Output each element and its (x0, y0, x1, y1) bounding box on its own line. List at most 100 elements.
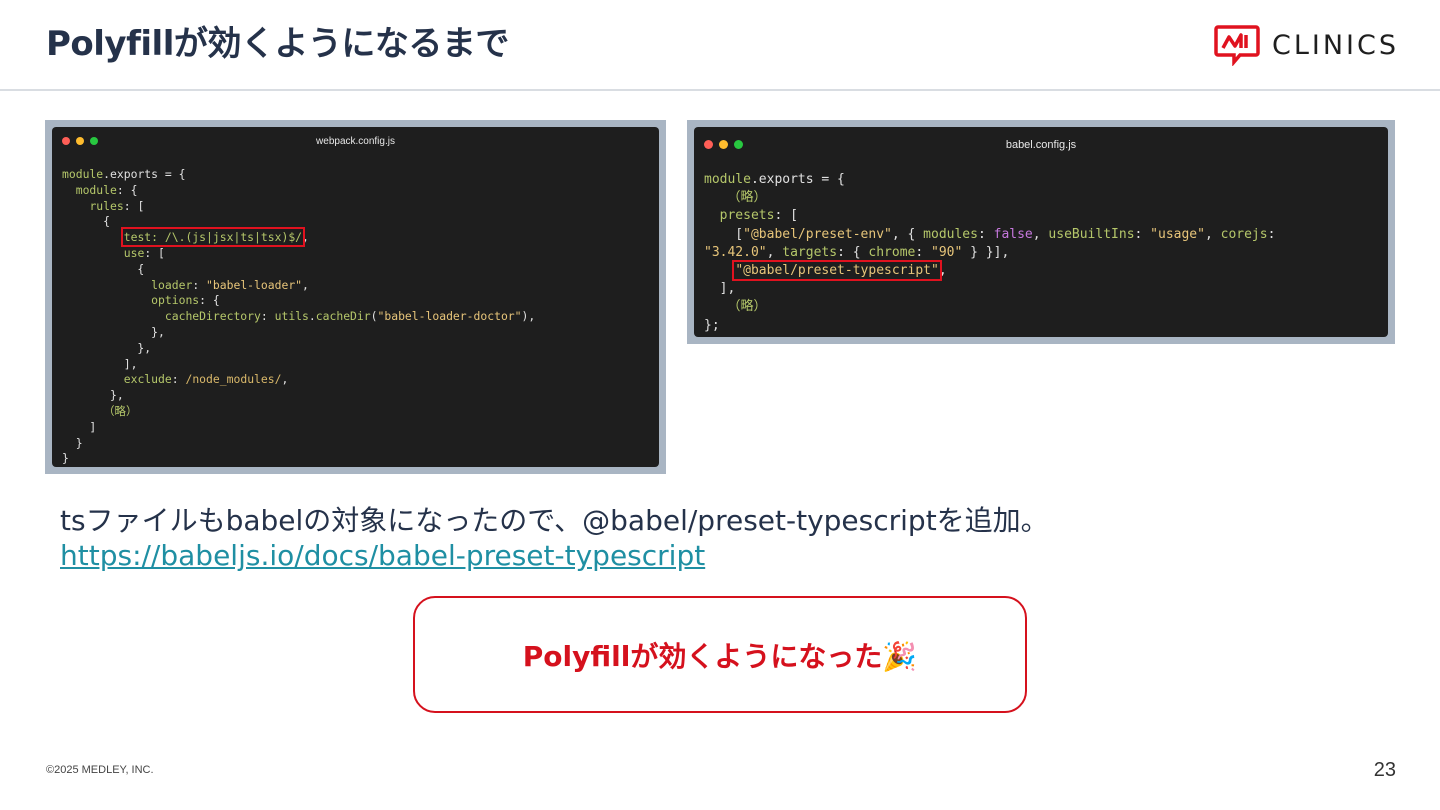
footer-copyright: ©2025 MEDLEY, INC. (46, 764, 154, 776)
code-line: ["@babel/preset-env", { modules: false, … (704, 226, 1275, 244)
babel-docs-link[interactable]: https://babeljs.io/docs/babel-preset-typ… (60, 538, 705, 574)
clinics-logo: CLINICS (1214, 24, 1399, 66)
code-token: ], (62, 356, 138, 371)
code-line: （略） (704, 298, 1275, 316)
code-line: rules: [ (62, 199, 535, 215)
code-token: . (308, 309, 316, 324)
code-line: （略） (704, 189, 1275, 207)
code-token: options (151, 293, 200, 308)
code-token: , (938, 263, 947, 279)
code-token: , (1032, 226, 1049, 242)
code-line: { (62, 214, 535, 230)
code-token: useBuiltIns (1048, 226, 1135, 242)
code-token: } }], (962, 244, 1010, 260)
callout-box: Polyfillが効くようになった🎉 (413, 596, 1027, 713)
code-token: false (993, 226, 1033, 242)
code-line: ] (62, 420, 535, 436)
code-line: cacheDirectory: utils.cacheDir("babel-lo… (62, 309, 535, 325)
code-token: ] (62, 419, 97, 434)
code-token: , (281, 372, 289, 387)
code-token: , (1204, 226, 1221, 242)
code-line: }, (62, 388, 535, 404)
code-token: , (302, 277, 309, 292)
header-divider (0, 89, 1440, 91)
code-line: test: /\.(js|jsx|ts|tsx)$/, (62, 227, 535, 248)
code-token: : (171, 372, 186, 387)
code-token: （略） (727, 299, 767, 315)
code-token: : (192, 277, 207, 292)
code-line: }, (62, 341, 535, 357)
code-token: module (704, 172, 751, 187)
code-token: .exports = { (750, 172, 845, 187)
code-token: .exports = { (103, 167, 186, 181)
code-token: [ (704, 226, 744, 242)
code-token: module (62, 167, 104, 181)
code-token: exclude (123, 372, 172, 387)
code-token: ], (704, 281, 736, 297)
code-token: "babel-loader-doctor" (377, 309, 522, 324)
babel-config-screenshot: babel.config.js module.exports = { （略） p… (687, 120, 1395, 344)
code-line: module.exports = { (704, 171, 1275, 189)
page-number: 23 (1373, 759, 1396, 781)
code-token: presets (719, 208, 775, 224)
code-line: }; (704, 317, 1275, 335)
code-token: （略） (727, 190, 767, 206)
code-block: module.exports = { module: { rules: [ { … (62, 167, 535, 467)
code-line: loader: "babel-loader", (62, 278, 535, 294)
code-token: : (260, 309, 275, 324)
code-token: : { (199, 293, 220, 308)
webpack-config-screenshot: webpack.config.js module.exports = { mod… (45, 120, 666, 474)
code-token: , (766, 244, 783, 260)
highlighted-test-rule: test: /\.(js|jsx|ts|tsx)$/ (120, 227, 306, 248)
code-token: , (302, 230, 309, 245)
code-line: } (62, 451, 535, 467)
code-line: presets: [ (704, 207, 1275, 225)
code-token: : (1267, 226, 1276, 242)
code-line: exclude: /node_modules/, (62, 372, 535, 388)
code-token: utils (274, 309, 309, 324)
code-token: }; (704, 317, 720, 333)
code-token: "@babel/preset-env" (743, 226, 892, 242)
code-token: : [ (144, 245, 165, 260)
code-line: options: { (62, 293, 535, 309)
code-line: }, (62, 325, 535, 341)
code-token: module (75, 182, 117, 197)
code-token: rules (89, 198, 124, 213)
body-text: tsファイルもbabelの対象になったので、@babel/preset-type… (60, 504, 1049, 537)
logo-text: CLINICS (1272, 29, 1400, 61)
code-token: cacheDirectory (164, 309, 261, 324)
code-token: use (123, 245, 145, 260)
callout-text: Polyfillが効くようになった🎉 (522, 639, 918, 673)
code-token: }, (62, 340, 152, 355)
window-title: babel.config.js (1005, 139, 1077, 151)
code-token: }, (62, 324, 165, 339)
code-token: ), (521, 309, 536, 324)
code-line: ], (704, 280, 1275, 298)
code-token: : (1134, 226, 1151, 242)
code-token: }, (62, 388, 124, 403)
code-line: "@babel/preset-typescript", (704, 260, 1275, 282)
code-token: cacheDir (315, 309, 371, 324)
code-line: （略） (62, 404, 535, 420)
code-token: "3.42.0" (704, 244, 767, 260)
code-token: : { (837, 244, 869, 260)
code-line: ], (62, 357, 535, 373)
code-token: { (62, 261, 145, 276)
code-token: modules (923, 226, 978, 242)
code-token: "usage" (1150, 226, 1205, 242)
code-block: module.exports = { （略） presets: [ ["@bab… (704, 171, 1275, 335)
clinics-logo-icon (1214, 25, 1260, 66)
code-line: "3.42.0", targets: { chrome: "90" } }], (704, 244, 1275, 262)
